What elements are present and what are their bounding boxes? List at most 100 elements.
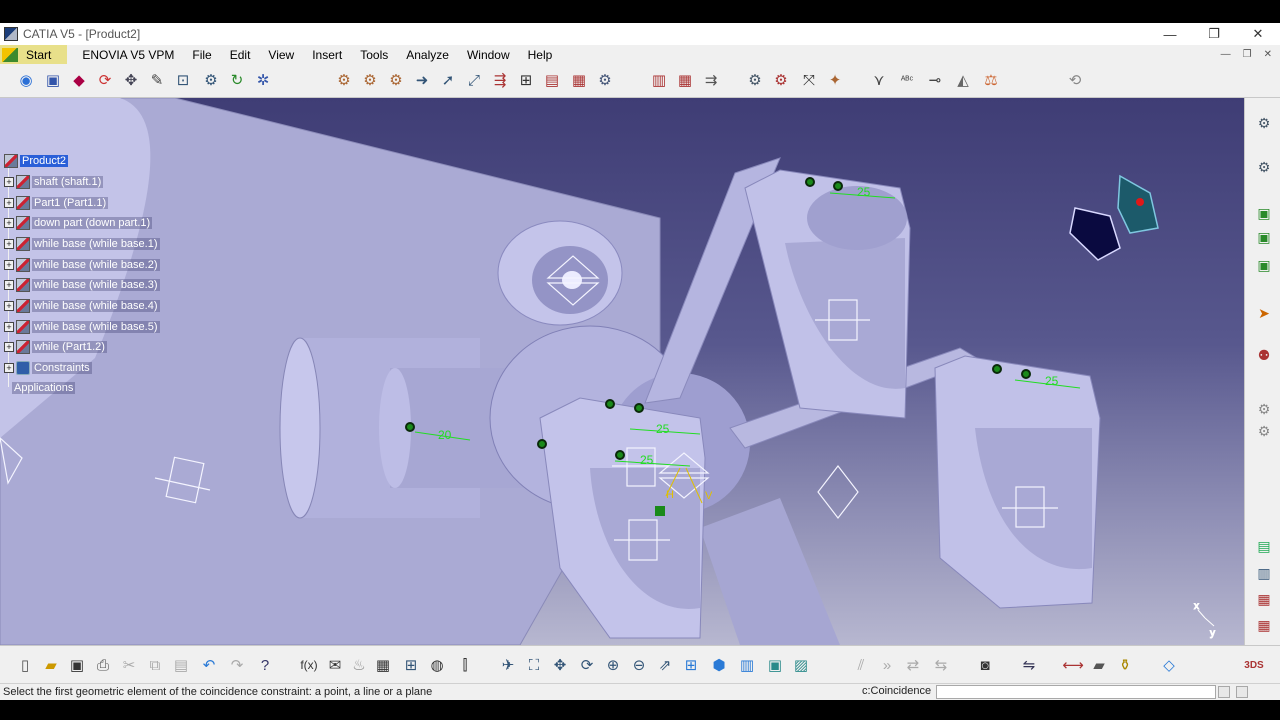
tree-node-label[interactable]: Applications — [12, 382, 76, 394]
update-icon[interactable]: ⟳ — [94, 69, 116, 91]
graph-tree-icon[interactable]: ▦ — [1253, 614, 1275, 636]
new-part-icon[interactable]: ▣ — [1253, 254, 1275, 276]
doc-restore-icon[interactable]: ❐ — [1243, 49, 1252, 60]
start-menu[interactable]: Start — [0, 45, 68, 64]
tree-node-while-base-4[interactable]: + while base (while base.4) — [4, 298, 160, 314]
formula-icon[interactable]: f(x) — [298, 654, 320, 676]
3d-viewport[interactable]: 25 25 20 25 25 H V x y Product2 + shaft … — [0, 98, 1244, 645]
manipulate-icon[interactable]: ✥ — [120, 69, 142, 91]
mirror-icon[interactable]: ⫿ — [454, 654, 476, 676]
paste-icon[interactable]: ▤ — [170, 654, 192, 676]
minimize-button[interactable]: — — [1148, 23, 1192, 45]
new-product-icon[interactable]: ▣ — [1253, 226, 1275, 248]
measure-icon[interactable]: ⚙ — [770, 69, 792, 91]
component-icon[interactable]: ◆ — [68, 69, 90, 91]
explode-icon[interactable]: ⊡ — [172, 69, 194, 91]
catalog-bottom-icon[interactable]: ⚱ — [1114, 654, 1136, 676]
tree-node-shaft[interactable]: + shaft (shaft.1) — [4, 174, 104, 190]
tree-collapse-icon[interactable]: ⇆ — [930, 654, 952, 676]
sketcher-icon[interactable]: ⚙ — [1253, 112, 1275, 134]
undo-icon[interactable]: ↶ — [198, 654, 220, 676]
scene-icon[interactable]: ⚙ — [594, 69, 616, 91]
flag-icon[interactable]: ⊸ — [924, 69, 946, 91]
sync-icon[interactable]: ⇋ — [1018, 654, 1040, 676]
open-icon[interactable]: ▰ — [40, 654, 62, 676]
menu-tools[interactable]: Tools — [351, 48, 397, 62]
tree-prev-icon[interactable]: ⇄ — [902, 654, 924, 676]
tree-node-label[interactable]: down part (down part.1) — [32, 217, 153, 229]
tree-expand-icon[interactable]: + — [4, 363, 14, 373]
menu-file[interactable]: File — [183, 48, 220, 62]
snap-icon[interactable]: ✎ — [146, 69, 168, 91]
save-icon[interactable]: ▣ — [66, 654, 88, 676]
tree-node-label[interactable]: while base (while base.5) — [32, 321, 160, 333]
menu-insert[interactable]: Insert — [303, 48, 351, 62]
tree-node-while-base-2[interactable]: + while base (while base.2) — [4, 257, 160, 273]
compass-widget[interactable] — [1069, 174, 1159, 261]
measure-item-icon[interactable]: ⤧ — [798, 69, 820, 91]
power-input-button[interactable] — [1218, 686, 1230, 698]
swap-visible-icon[interactable]: ▨ — [790, 654, 812, 676]
tree-root[interactable]: Product2 — [4, 153, 69, 169]
tree-next-icon[interactable]: » — [876, 654, 898, 676]
tree-node-applications[interactable]: Applications — [12, 380, 76, 396]
render-icon[interactable]: ◇ — [1158, 654, 1180, 676]
knowledge-icon[interactable]: ♨ — [348, 654, 370, 676]
tree-node-while-base-1[interactable]: + while base (while base.1) — [4, 236, 160, 252]
measure-between-icon[interactable]: ⟷ — [1062, 654, 1084, 676]
change-constraint-icon[interactable]: ▦ — [568, 69, 590, 91]
new-icon[interactable]: ▯ — [14, 654, 36, 676]
zoom-out-icon[interactable]: ⊖ — [628, 654, 650, 676]
tree-root-label[interactable]: Product2 — [20, 155, 69, 167]
tree-node-part1[interactable]: + Part1 (Part1.1) — [4, 195, 109, 211]
shading-icon[interactable]: ▥ — [736, 654, 758, 676]
reuse-pattern-icon[interactable]: ▤ — [541, 69, 563, 91]
tree-expand-icon[interactable]: + — [4, 342, 14, 352]
tree-node-label[interactable]: while base (while base.1) — [32, 238, 160, 250]
print-icon[interactable]: ⎙ — [92, 654, 114, 676]
menu-enovia[interactable]: ENOVIA V5 VPM — [73, 48, 183, 62]
section-icon[interactable]: ▥ — [648, 69, 670, 91]
menu-view[interactable]: View — [259, 48, 303, 62]
comment-icon[interactable]: ✉ — [324, 654, 346, 676]
doc-minimize-icon[interactable]: — — [1221, 49, 1231, 60]
switch-icon[interactable]: ◍ — [426, 654, 448, 676]
pan-icon[interactable]: ✥ — [549, 654, 571, 676]
tree-expand-icon[interactable]: + — [4, 301, 14, 311]
status-extra-button[interactable] — [1236, 686, 1248, 698]
tree-node-while-base-3[interactable]: + while base (while base.3) — [4, 277, 160, 293]
hide-icon[interactable]: ⚙ — [1253, 398, 1275, 420]
properties-icon[interactable]: ▤ — [1253, 535, 1275, 557]
multi-view-icon[interactable]: ⚉ — [1253, 344, 1275, 366]
fit-all-icon[interactable]: ⛶ — [523, 654, 545, 676]
tree-node-label[interactable]: shaft (shaft.1) — [32, 176, 104, 188]
existing-component-icon[interactable]: ▥ — [1253, 562, 1275, 584]
tree-node-label[interactable]: while base (while base.4) — [32, 300, 160, 312]
redo-icon[interactable]: ↷ — [226, 654, 248, 676]
angle-icon[interactable]: ⤢ — [463, 69, 485, 91]
swap-icon[interactable]: ⚙ — [1253, 420, 1275, 442]
tree-node-label[interactable]: while base (while base.3) — [32, 279, 160, 291]
clash-icon[interactable]: ⚙ — [200, 69, 222, 91]
part-icon[interactable]: ▣ — [42, 69, 64, 91]
thread-icon[interactable]: ▰ — [1088, 654, 1110, 676]
command-input[interactable] — [936, 685, 1216, 699]
coincidence-icon[interactable]: ⚙ — [385, 69, 407, 91]
weld-icon[interactable]: ◭ — [952, 69, 974, 91]
tree-node-while-base-5[interactable]: + while base (while base.5) — [4, 319, 160, 335]
tree-node-label[interactable]: while (Part1.2) — [32, 341, 107, 353]
catalog-icon[interactable]: ✲ — [252, 69, 274, 91]
tree-node-label[interactable]: while base (while base.2) — [32, 259, 160, 271]
tree-node-constraints[interactable]: + Constraints — [4, 360, 92, 376]
distance-icon[interactable]: ▦ — [674, 69, 696, 91]
quick-constraint-icon[interactable]: ⇶ — [489, 69, 511, 91]
tree-expand-icon[interactable]: + — [4, 280, 14, 290]
tree-node-while-part[interactable]: + while (Part1.2) — [4, 339, 107, 355]
rotate-icon[interactable]: ⟳ — [576, 654, 598, 676]
hierarchy-icon[interactable]: ⊞ — [400, 654, 422, 676]
close-button[interactable]: ✕ — [1236, 23, 1280, 45]
fix-together-icon[interactable]: ⚙ — [359, 69, 381, 91]
tree-expand-icon[interactable]: + — [4, 218, 14, 228]
doc-close-icon[interactable]: ✕ — [1264, 49, 1272, 60]
product-icon[interactable]: ◉ — [15, 69, 37, 91]
